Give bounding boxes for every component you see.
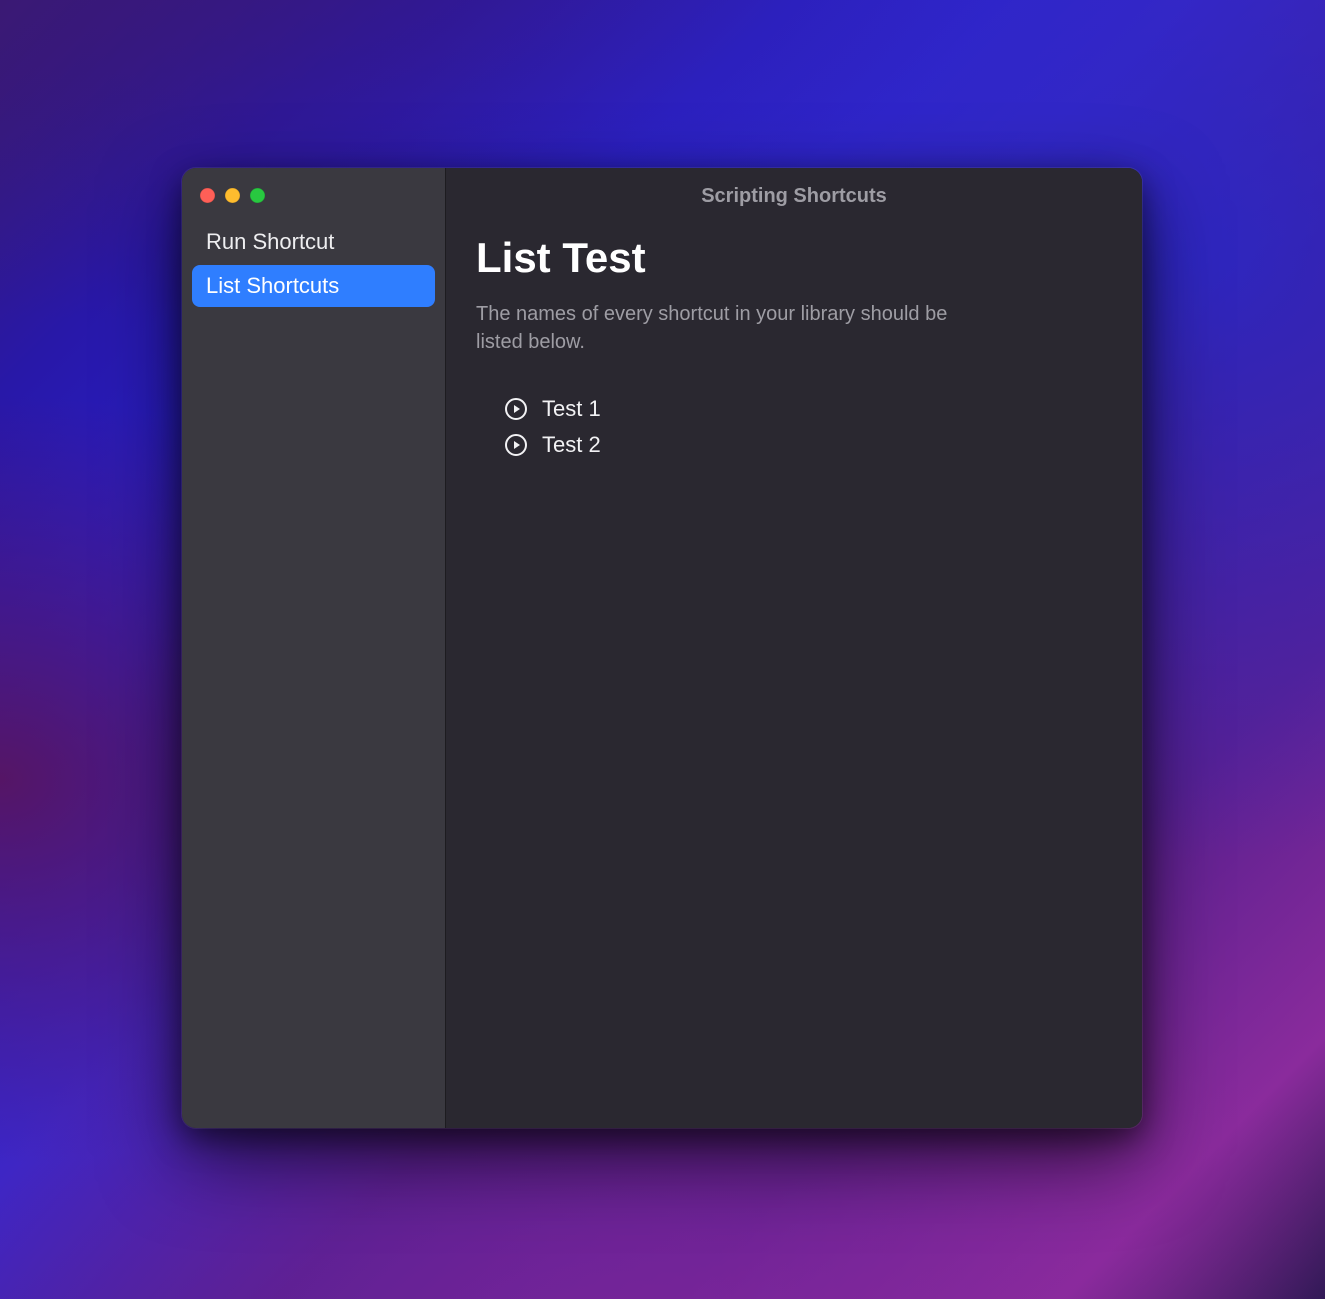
list-item[interactable]: Test 2 <box>504 432 1112 458</box>
list-item[interactable]: Test 1 <box>504 396 1112 422</box>
minimize-icon[interactable] <box>225 188 240 203</box>
play-circle-icon <box>504 433 528 457</box>
sidebar-item-list-shortcuts[interactable]: List Shortcuts <box>192 265 435 307</box>
page-description: The names of every shortcut in your libr… <box>476 300 996 356</box>
traffic-lights <box>182 182 445 221</box>
titlebar[interactable]: Scripting Shortcuts <box>446 168 1142 224</box>
app-window: Run Shortcut List Shortcuts Scripting Sh… <box>182 168 1142 1128</box>
shortcut-list: Test 1 Test 2 <box>476 396 1112 458</box>
main-area: Scripting Shortcuts List Test The names … <box>446 168 1142 1128</box>
zoom-icon[interactable] <box>250 188 265 203</box>
shortcut-label: Test 1 <box>542 396 601 422</box>
content: List Test The names of every shortcut in… <box>446 224 1142 488</box>
sidebar-items: Run Shortcut List Shortcuts <box>182 221 445 307</box>
sidebar: Run Shortcut List Shortcuts <box>182 168 446 1128</box>
sidebar-item-run-shortcut[interactable]: Run Shortcut <box>192 221 435 263</box>
sidebar-item-label: Run Shortcut <box>206 229 334 254</box>
sidebar-item-label: List Shortcuts <box>206 273 339 298</box>
shortcut-label: Test 2 <box>542 432 601 458</box>
close-icon[interactable] <box>200 188 215 203</box>
page-title: List Test <box>476 234 1112 282</box>
window-title: Scripting Shortcuts <box>701 185 887 208</box>
play-circle-icon <box>504 397 528 421</box>
